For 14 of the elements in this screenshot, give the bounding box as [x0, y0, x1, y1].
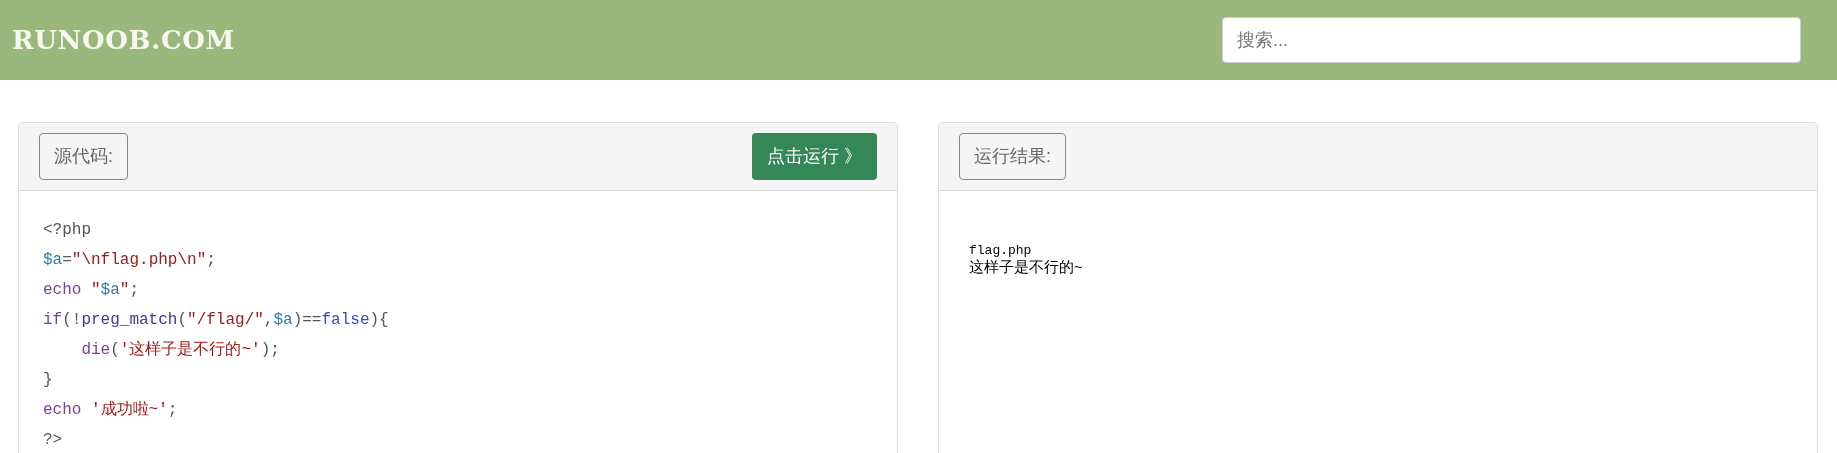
code-line: $a="\nflag.php\n"; [43, 250, 216, 271]
code-line: echo '成功啦~'; [43, 400, 178, 421]
code-line: echo "$a"; [43, 280, 140, 301]
output-line: flag.php [969, 243, 1032, 258]
output-line: 这样子是不行的~ [969, 258, 1083, 276]
code-line: <?php [43, 220, 91, 241]
search-field[interactable]: 搜索... [1222, 17, 1801, 63]
result-label: 运行结果: [959, 133, 1066, 180]
code-line: ?> [43, 430, 63, 451]
source-label: 源代码: [39, 133, 128, 180]
code-line: } [43, 370, 53, 391]
code-line: if(!preg_match("/flag/",$a)==false){ [43, 310, 389, 331]
run-button[interactable]: 点击运行 》 [752, 133, 877, 180]
code-line: die('这样子是不行的~'); [80, 339, 280, 361]
